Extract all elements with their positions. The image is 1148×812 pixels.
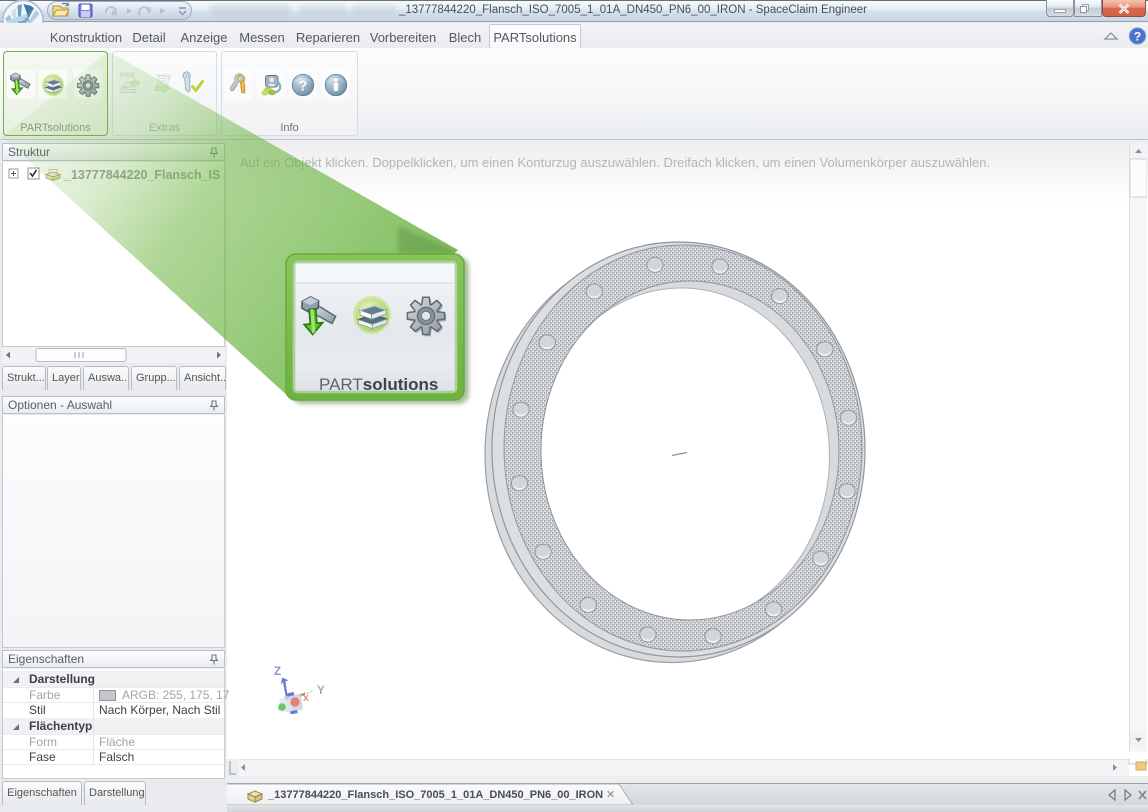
svg-text:PARTsolutions: PARTsolutions: [319, 375, 438, 394]
